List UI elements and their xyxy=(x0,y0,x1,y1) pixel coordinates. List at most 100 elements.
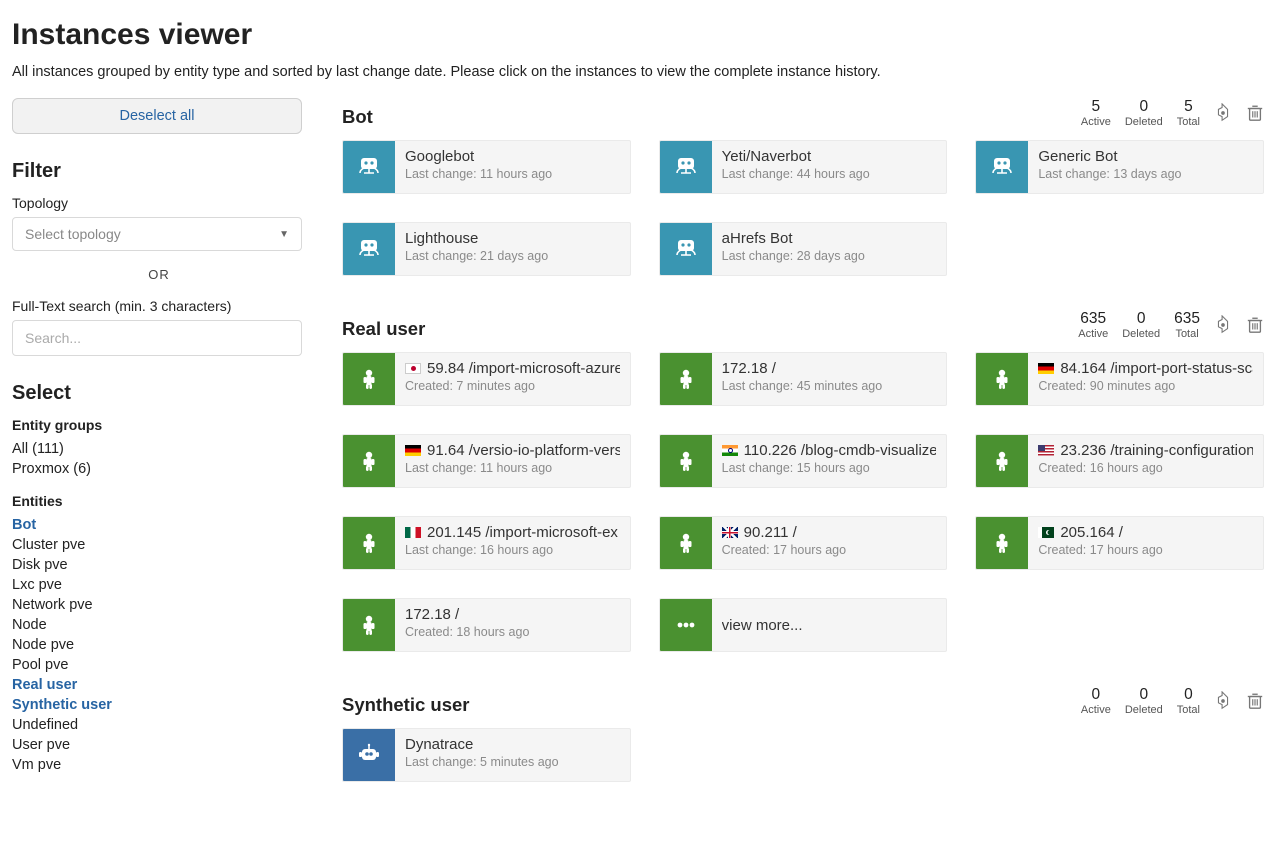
entity-item[interactable]: Node xyxy=(12,615,306,635)
instance-title: 172.18 / xyxy=(722,360,937,377)
bot-icon xyxy=(976,141,1028,193)
bot-icon xyxy=(343,141,395,193)
badge-icon[interactable] xyxy=(1214,692,1232,710)
entity-item[interactable]: Node pve xyxy=(12,635,306,655)
instance-meta: Created: 18 hours ago xyxy=(405,625,620,639)
instance-meta: Last change: 15 hours ago xyxy=(722,461,937,475)
search-input[interactable] xyxy=(12,320,302,356)
view-more-card[interactable]: view more... xyxy=(659,598,948,652)
entity-item[interactable]: Lxc pve xyxy=(12,575,306,595)
instance-card[interactable]: 91.64 /versio-io-platform-version Last c… xyxy=(342,434,631,488)
flag-icon xyxy=(1038,445,1054,456)
instance-title: 110.226 /blog-cmdb-visualize xyxy=(722,442,937,459)
person-icon xyxy=(343,517,395,569)
flag-icon xyxy=(405,363,421,374)
instance-card[interactable]: Generic Bot Last change: 13 days ago xyxy=(975,140,1264,194)
instance-meta: Last change: 11 hours ago xyxy=(405,461,620,475)
instance-card[interactable]: Dynatrace Last change: 5 minutes ago xyxy=(342,728,631,782)
instance-title: Dynatrace xyxy=(405,736,620,753)
instance-card[interactable]: aHrefs Bot Last change: 28 days ago xyxy=(659,222,948,276)
entity-group-item[interactable]: All (111) xyxy=(12,439,306,459)
person-icon xyxy=(343,435,395,487)
instance-card[interactable]: 84.164 /import-port-status-scan Created:… xyxy=(975,352,1264,406)
badge-icon[interactable] xyxy=(1214,316,1232,334)
instance-card[interactable]: 172.18 / Created: 18 hours ago xyxy=(342,598,631,652)
entity-item[interactable]: Vm pve xyxy=(12,755,306,775)
entity-item[interactable]: Undefined xyxy=(12,715,306,735)
entity-group-item[interactable]: Proxmox (6) xyxy=(12,459,306,479)
stat-total: 635 xyxy=(1174,310,1200,328)
instance-card[interactable]: 90.211 / Created: 17 hours ago xyxy=(659,516,948,570)
person-icon xyxy=(976,353,1028,405)
stat-active: 0 xyxy=(1081,686,1111,704)
page-subtitle: All instances grouped by entity type and… xyxy=(12,64,1264,80)
section-title: Real user xyxy=(342,318,425,340)
entities-list: BotCluster pveDisk pveLxc pveNetwork pve… xyxy=(12,515,306,775)
entity-item[interactable]: User pve xyxy=(12,735,306,755)
instance-card[interactable]: Yeti/Naverbot Last change: 44 hours ago xyxy=(659,140,948,194)
flag-icon xyxy=(405,445,421,456)
badge-icon[interactable] xyxy=(1214,104,1232,122)
trash-icon[interactable] xyxy=(1246,692,1264,710)
flag-icon xyxy=(722,445,738,456)
entity-item[interactable]: Cluster pve xyxy=(12,535,306,555)
entity-item[interactable]: Real user xyxy=(12,675,306,695)
section-stats: 635Active 0Deleted 635Total xyxy=(1078,310,1264,340)
bot-icon xyxy=(660,223,712,275)
instance-card[interactable]: 201.145 /import-microsoft-ex Last change… xyxy=(342,516,631,570)
instance-title: 90.211 / xyxy=(722,524,937,541)
instance-meta: Last change: 45 minutes ago xyxy=(722,379,937,393)
deselect-all-button[interactable]: Deselect all xyxy=(12,98,302,134)
instance-card[interactable]: 59.84 /import-microsoft-azure Created: 7… xyxy=(342,352,631,406)
trash-icon[interactable] xyxy=(1246,104,1264,122)
instance-meta: Last change: 44 hours ago xyxy=(722,167,937,181)
entity-item[interactable]: Synthetic user xyxy=(12,695,306,715)
instance-meta: Last change: 16 hours ago xyxy=(405,543,620,557)
person-icon xyxy=(660,517,712,569)
instance-card[interactable]: Lighthouse Last change: 21 days ago xyxy=(342,222,631,276)
instance-title: 91.64 /versio-io-platform-version xyxy=(405,442,620,459)
instance-card[interactable]: 205.164 / Created: 17 hours ago xyxy=(975,516,1264,570)
section-header: Real user 635Active 0Deleted 635Total xyxy=(342,310,1264,340)
sidebar: Deselect all Filter Topology Select topo… xyxy=(12,98,306,816)
search-label: Full-Text search (min. 3 characters) xyxy=(12,298,306,314)
person-icon xyxy=(976,435,1028,487)
select-heading: Select xyxy=(12,382,306,405)
instance-meta: Created: 90 minutes ago xyxy=(1038,379,1253,393)
instance-grid: 59.84 /import-microsoft-azure Created: 7… xyxy=(342,352,1264,652)
stat-deleted: 0 xyxy=(1125,98,1163,116)
main-content: Bot 5Active 0Deleted 5Total Googlebot La… xyxy=(342,98,1264,816)
person-icon xyxy=(343,353,395,405)
instance-title: Yeti/Naverbot xyxy=(722,148,937,165)
topology-label: Topology xyxy=(12,195,306,211)
section-header: Synthetic user 0Active 0Deleted 0Total xyxy=(342,686,1264,716)
person-icon xyxy=(660,435,712,487)
more-icon xyxy=(660,599,712,651)
instance-card[interactable]: 110.226 /blog-cmdb-visualize Last change… xyxy=(659,434,948,488)
instance-title: 59.84 /import-microsoft-azure xyxy=(405,360,620,377)
instance-title: Generic Bot xyxy=(1038,148,1253,165)
entity-item[interactable]: Network pve xyxy=(12,595,306,615)
instance-title: 84.164 /import-port-status-scan xyxy=(1038,360,1253,377)
instance-meta: Last change: 11 hours ago xyxy=(405,167,620,181)
instance-meta: Created: 17 hours ago xyxy=(722,543,937,557)
instance-card[interactable]: 172.18 / Last change: 45 minutes ago xyxy=(659,352,948,406)
person-icon xyxy=(976,517,1028,569)
instance-card[interactable]: Googlebot Last change: 11 hours ago xyxy=(342,140,631,194)
instance-grid: Dynatrace Last change: 5 minutes ago xyxy=(342,728,1264,782)
entity-item[interactable]: Pool pve xyxy=(12,655,306,675)
topology-placeholder: Select topology xyxy=(25,226,121,242)
instance-title: 205.164 / xyxy=(1038,524,1253,541)
section-title: Synthetic user xyxy=(342,694,470,716)
instance-meta: Last change: 5 minutes ago xyxy=(405,755,620,769)
topology-select[interactable]: Select topology ▼ xyxy=(12,217,302,251)
instance-title: 201.145 /import-microsoft-ex xyxy=(405,524,620,541)
entity-item[interactable]: Bot xyxy=(12,515,306,535)
flag-icon xyxy=(1038,363,1054,374)
entity-item[interactable]: Disk pve xyxy=(12,555,306,575)
instance-grid: Googlebot Last change: 11 hours ago Yeti… xyxy=(342,140,1264,276)
trash-icon[interactable] xyxy=(1246,316,1264,334)
page-title: Instances viewer xyxy=(12,18,1264,52)
instance-title: aHrefs Bot xyxy=(722,230,937,247)
instance-card[interactable]: 23.236 /training-configuration Created: … xyxy=(975,434,1264,488)
